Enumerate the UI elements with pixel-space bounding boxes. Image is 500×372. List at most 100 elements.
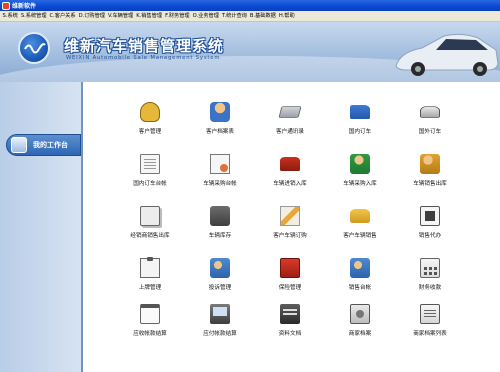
function-label: 车辆库存 — [208, 233, 232, 239]
payable-settlement-item[interactable]: 应付帐款结算 — [188, 304, 252, 344]
foreign-order-item[interactable]: 国外订车 — [398, 102, 462, 142]
customer-vehicle-order-item[interactable]: 客户车辆订购 — [258, 206, 322, 246]
domestic-order-ledger-item[interactable]: 国内订车台帐 — [118, 154, 182, 194]
vehicle-inventory-item[interactable]: 车辆库存 — [188, 206, 252, 246]
menu-business-management[interactable]: O.业务管理 — [191, 11, 220, 22]
function-label: 国内订车 — [348, 129, 372, 135]
calculator-icon — [420, 258, 440, 278]
function-grid: 客户管理 客户档案表 客户通讯录 国内订车 国外订车 国内订车台帐 车辆采购台帐… — [85, 82, 500, 372]
merchant-list-icon — [420, 304, 440, 324]
function-label: 客户档案表 — [206, 129, 234, 135]
menu-sales-management[interactable]: K.销售管理 — [135, 11, 164, 22]
my-workbench-button[interactable]: 我的工作台 — [6, 134, 81, 156]
left-panel: 我的工作台 — [0, 82, 83, 372]
customer-vehicle-sales-item[interactable]: 客户车辆销售 — [328, 206, 392, 246]
domestic-order-item[interactable]: 国内订车 — [328, 102, 392, 142]
purchase-ledger-icon — [210, 154, 230, 174]
receivable-calendar-icon — [140, 304, 160, 324]
vehicle-inbound-item[interactable]: 车辆进销入库 — [258, 154, 322, 194]
customer-file-item[interactable]: 客户档案表 — [188, 102, 252, 142]
sales-agency-item[interactable]: 销售代办 — [398, 206, 462, 246]
customer-management-item[interactable]: 客户管理 — [118, 102, 182, 142]
menu-order-management[interactable]: D.订购管理 — [77, 11, 106, 22]
menu-statistics[interactable]: T.统计查询 — [220, 11, 248, 22]
complaint-management-item[interactable]: 投诉管理 — [188, 258, 252, 298]
car-icon — [420, 106, 440, 118]
customer-address-book-item[interactable]: 客户通讯录 — [258, 102, 322, 142]
purchase-inbound-icon — [350, 154, 370, 174]
function-label: 经销商销售出库 — [130, 233, 170, 239]
app-title: 维新汽车销售管理系统 — [64, 37, 225, 55]
order-pencil-icon — [280, 206, 300, 226]
function-label: 客户管理 — [138, 129, 162, 135]
insurance-management-item[interactable]: 保险管理 — [258, 258, 322, 298]
vehicle-purchase-ledger-item[interactable]: 车辆采购台帐 — [188, 154, 252, 194]
insurance-book-icon — [280, 258, 300, 278]
workbench-label: 我的工作台 — [33, 141, 68, 149]
menu-base-data[interactable]: B.基础数据 — [248, 11, 277, 22]
license-management-item[interactable]: 上牌管理 — [118, 257, 182, 298]
address-book-icon — [278, 106, 302, 118]
menu-customer-relations[interactable]: C.客户关系 — [48, 11, 77, 22]
payable-monitor-icon — [210, 304, 230, 324]
sales-ledger-icon — [350, 258, 370, 278]
documents-item[interactable]: 资料文档 — [258, 304, 322, 344]
documents-book-icon — [280, 304, 300, 324]
function-label: 财务收款 — [418, 285, 442, 291]
merchant-folder-icon — [350, 304, 370, 324]
dealer-sales-outbound-item[interactable]: 经销商销售出库 — [118, 206, 182, 246]
agency-card-icon — [420, 206, 440, 226]
license-clipboard-icon — [140, 257, 160, 278]
title-bar: 维新软件 — [0, 0, 500, 11]
function-label: 商家档案 — [348, 331, 372, 337]
function-label: 保险管理 — [278, 285, 302, 291]
menu-system[interactable]: S.系统 — [1, 11, 19, 22]
customer-file-icon — [210, 102, 230, 122]
ledger-icon — [140, 154, 160, 174]
app-subtitle: WEIXIN Automobile Sale Management System — [66, 55, 221, 61]
function-label: 国内订车台帐 — [133, 181, 167, 187]
function-label: 车辆销售出库 — [413, 181, 447, 187]
menu-vehicle-management[interactable]: V.车辆管理 — [106, 11, 134, 22]
car-inbound-icon — [280, 157, 300, 171]
function-label: 销售代办 — [418, 233, 442, 239]
dealer-outbound-icon — [140, 206, 160, 226]
sales-cart-icon — [350, 209, 370, 223]
app-icon — [2, 1, 10, 10]
workbench-icon — [11, 137, 27, 153]
function-label: 上牌管理 — [138, 285, 162, 291]
function-label: 车辆采购入库 — [343, 181, 377, 187]
truck-icon — [350, 105, 370, 119]
vehicle-sales-outbound-item[interactable]: 车辆销售出库 — [398, 154, 462, 194]
function-label: 资料文档 — [278, 331, 302, 337]
function-label: 客户车辆销售 — [343, 233, 377, 239]
menu-bar: S.系统 S.系统管理 C.客户关系 D.订购管理 V.车辆管理 K.销售管理 … — [0, 11, 500, 22]
function-label: 投诉管理 — [208, 285, 232, 291]
menu-system-admin[interactable]: S.系统管理 — [19, 11, 48, 22]
function-label: 应收帐款结算 — [133, 331, 167, 337]
header-banner: 维新汽车销售管理系统 WEIXIN Automobile Sale Manage… — [0, 22, 500, 82]
sales-outbound-icon — [420, 154, 440, 174]
receivable-settlement-item[interactable]: 应收帐款结算 — [118, 304, 182, 344]
car-image — [395, 33, 499, 76]
handshake-icon — [140, 102, 160, 122]
function-label: 商家档案列表 — [413, 331, 447, 337]
logo-icon — [18, 32, 50, 64]
inventory-icon — [210, 206, 230, 226]
function-label: 车辆进销入库 — [273, 181, 307, 187]
function-label: 应付帐款结算 — [203, 331, 237, 337]
merchant-file-item[interactable]: 商家档案 — [328, 304, 392, 344]
menu-help[interactable]: H.帮助 — [277, 11, 296, 22]
complaint-icon — [210, 258, 230, 278]
menu-finance-management[interactable]: F.财务管理 — [164, 11, 192, 22]
finance-receipt-item[interactable]: 财务收款 — [398, 258, 462, 298]
function-label: 销售台帐 — [348, 285, 372, 291]
function-label: 车辆采购台帐 — [203, 181, 237, 187]
vehicle-purchase-inbound-item[interactable]: 车辆采购入库 — [328, 154, 392, 194]
function-label: 国外订车 — [418, 129, 442, 135]
function-label: 客户通讯录 — [276, 129, 304, 135]
function-label: 客户车辆订购 — [273, 233, 307, 239]
window-title: 维新软件 — [12, 3, 37, 10]
sales-ledger-item[interactable]: 销售台帐 — [328, 258, 392, 298]
merchant-list-item[interactable]: 商家档案列表 — [398, 304, 462, 344]
